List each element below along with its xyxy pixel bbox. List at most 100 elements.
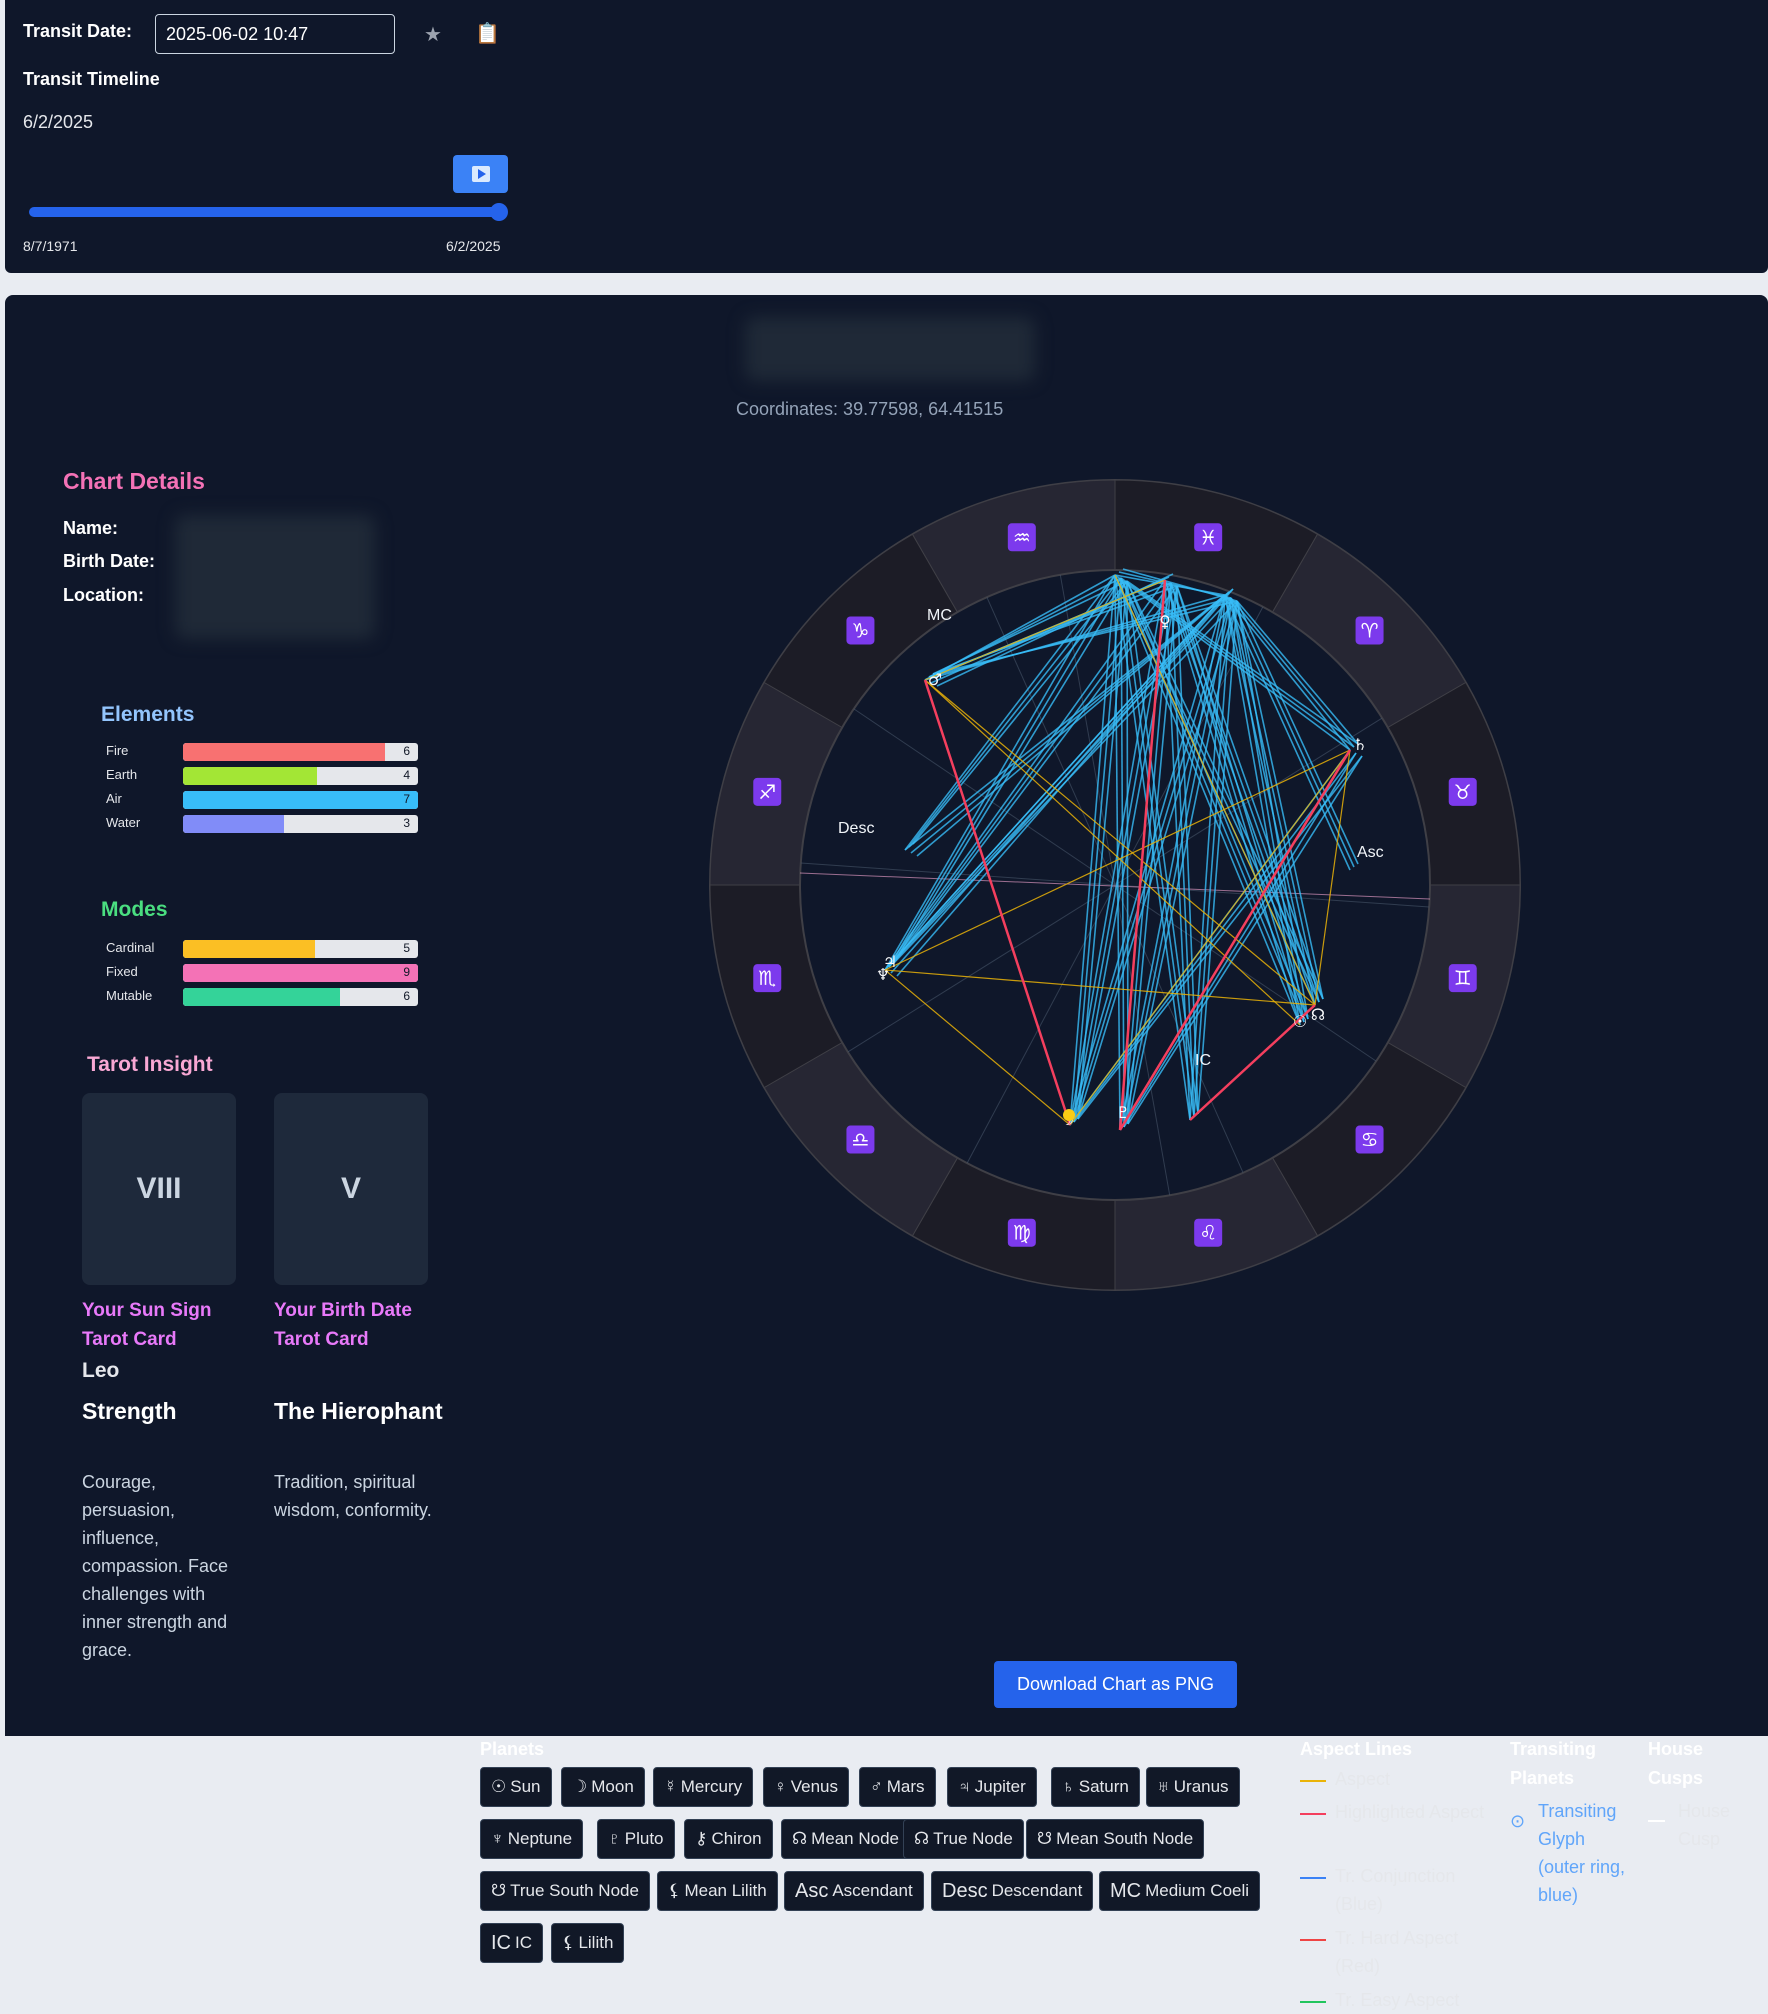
- chip-mean-lilith[interactable]: ⚸ Mean Lilith: [657, 1871, 778, 1911]
- chip-uranus[interactable]: ♅ Uranus: [1146, 1767, 1240, 1807]
- chip-saturn[interactable]: ♄ Saturn: [1051, 1767, 1140, 1807]
- chip-jupiter[interactable]: ♃ Jupiter: [947, 1767, 1037, 1807]
- zodiac-sign-icon: ♐: [758, 780, 776, 804]
- chip-label: IC: [515, 1933, 532, 1952]
- chip-true-south-node[interactable]: ☋ True South Node: [480, 1871, 650, 1911]
- chip-ic[interactable]: IC IC: [480, 1923, 543, 1963]
- chip-label: True Node: [933, 1829, 1013, 1848]
- transit-panel: Transit Date: ★ 📋 Transit Timeline 6/2/2…: [5, 0, 1768, 273]
- chip-pluto[interactable]: ♇ Pluto: [597, 1819, 675, 1859]
- planet-glyph-icon: ⚸: [562, 1933, 575, 1952]
- chip-label: Jupiter: [974, 1777, 1026, 1796]
- chip-mars[interactable]: ♂ Mars: [859, 1767, 936, 1807]
- mode-count: 5: [403, 941, 410, 955]
- chip-mean-node[interactable]: ☊ Mean Node: [781, 1819, 910, 1859]
- chip-true-node[interactable]: ☊ True Node: [903, 1819, 1024, 1859]
- element-count: 3: [403, 816, 410, 830]
- element-label: Water: [106, 815, 141, 830]
- play-button[interactable]: [453, 155, 508, 193]
- zodiac-sign-icon: ♓: [1199, 525, 1217, 549]
- element-fill: [183, 791, 418, 809]
- chip-label: Mean South Node: [1056, 1829, 1194, 1848]
- modes-title: Modes: [101, 898, 168, 921]
- sun-card-desc: Courage, persuasion, influence, compassi…: [82, 1472, 229, 1660]
- element-label: Earth: [106, 767, 138, 782]
- chip-lilith[interactable]: ⚸ Lilith: [551, 1923, 625, 1963]
- element-bar: 6: [183, 743, 418, 761]
- clipboard-icon[interactable]: 📋: [475, 21, 500, 46]
- chip-neptune[interactable]: ♆ Neptune: [480, 1819, 584, 1859]
- house-cusp-swatch: [1648, 1820, 1665, 1822]
- angle-label-asc: Asc: [1357, 844, 1384, 861]
- chip-label: Saturn: [1078, 1777, 1129, 1796]
- planet-glyph-icon: ☉: [1293, 1012, 1307, 1031]
- chip-chiron[interactable]: ⚷ Chiron: [684, 1819, 773, 1859]
- chip-sun[interactable]: ☉ Sun: [480, 1767, 552, 1807]
- mode-count: 9: [403, 965, 410, 979]
- mode-bar: 9: [183, 964, 418, 982]
- chart-panel: Coordinates: 39.77598, 64.41515 Chart De…: [5, 295, 1768, 2010]
- transit-date-input[interactable]: [155, 14, 395, 54]
- chart-owner-name-redacted: [745, 317, 1035, 381]
- chip-label: Chiron: [711, 1829, 762, 1848]
- angle-label-desc: Desc: [838, 820, 874, 837]
- planet-glyph-icon: ☊: [792, 1829, 808, 1848]
- chip-label: Mean Lilith: [684, 1881, 767, 1900]
- sun-tarot-card[interactable]: VIII: [82, 1093, 236, 1285]
- mode-count: 6: [403, 989, 410, 1003]
- mode-bar: 6: [183, 988, 418, 1006]
- planet-glyph-icon: ♂: [870, 1777, 883, 1796]
- chip-ascendant[interactable]: Asc Ascendant: [784, 1871, 924, 1911]
- timeline-slider[interactable]: [29, 207, 503, 217]
- chip-medium-coeli[interactable]: MC Medium Coeli: [1099, 1871, 1261, 1911]
- chip-label: Mercury: [680, 1777, 743, 1796]
- chip-label: Ascendant: [832, 1881, 913, 1900]
- chip-mean-south-node[interactable]: ☋ Mean South Node: [1026, 1819, 1205, 1859]
- planet-glyph-icon: ☉: [491, 1777, 507, 1796]
- zodiac-sign-icon: ♎: [851, 1128, 869, 1152]
- element-bar: 7: [183, 791, 418, 809]
- planet-glyph-icon: ⚸: [668, 1881, 681, 1900]
- chip-label: Neptune: [507, 1829, 573, 1848]
- star-icon[interactable]: ★: [424, 22, 442, 47]
- details-values-redacted: [175, 515, 375, 639]
- zodiac-sign-icon: ♈: [1361, 618, 1379, 642]
- aspect-legend-item: Highlighted Aspect: [1335, 1802, 1485, 1822]
- timeline-slider-thumb[interactable]: [490, 203, 508, 221]
- element-label: Fire: [106, 743, 129, 758]
- location-label: Location:: [63, 585, 144, 605]
- mode-fill: [183, 988, 341, 1006]
- chip-descendant[interactable]: Desc Descendant: [931, 1871, 1094, 1911]
- birth-card-label: Your Birth Date Tarot Card: [274, 1300, 412, 1350]
- mode-row-cardinal: Cardinal 5: [106, 940, 418, 958]
- sun-card-name: Strength: [82, 1398, 177, 1424]
- planet-glyph-icon: ♆: [876, 965, 890, 984]
- planet-glyph-icon: MC: [1110, 1879, 1142, 1902]
- element-count: 6: [403, 744, 410, 758]
- chip-label: True South Node: [510, 1881, 639, 1900]
- birth-tarot-card[interactable]: V: [274, 1093, 428, 1285]
- coordinates-text: Coordinates: 39.77598, 64.41515: [736, 399, 1004, 419]
- download-chart-button[interactable]: Download Chart as PNG: [994, 1661, 1237, 1708]
- chip-label: Moon: [591, 1777, 634, 1796]
- element-fill: [183, 767, 317, 785]
- chip-label: Mean Node: [811, 1829, 899, 1848]
- chip-mercury[interactable]: ☿ Mercury: [653, 1767, 754, 1807]
- transit-date-label: Transit Date:: [23, 21, 133, 41]
- aspect-legend-item: Tr. Easy Aspect: [1335, 1990, 1460, 2010]
- zodiac-sign-icon: ♌: [1199, 1221, 1217, 1245]
- planet-glyph-icon: ☊: [914, 1829, 930, 1848]
- name-label: Name:: [63, 518, 119, 538]
- chip-venus[interactable]: ♀ Venus: [763, 1767, 850, 1807]
- aspect-legend-item: Tr. Conjunction (Blue): [1335, 1866, 1456, 1914]
- aspect-swatch: [1300, 1877, 1326, 1879]
- planet-glyph-icon: ♄: [1353, 735, 1367, 754]
- natal-chart-wheel[interactable]: ♓♈♉♊♋♌♍♎♏♐♑♒MCDescAscIC♂♃♄♆♇☉☊☽♀: [695, 465, 1535, 1305]
- planet-glyph-icon: ♅: [1157, 1777, 1170, 1796]
- planet-glyph-icon: ⚷: [695, 1829, 708, 1848]
- chip-label: Mars: [886, 1777, 925, 1796]
- slider-end-label: 6/2/2025: [446, 238, 501, 254]
- aspect-lines-title: Aspect Lines: [1300, 1739, 1413, 1759]
- chip-moon[interactable]: ☽ Moon: [561, 1767, 645, 1807]
- planet-glyph-icon: ☋: [491, 1881, 507, 1900]
